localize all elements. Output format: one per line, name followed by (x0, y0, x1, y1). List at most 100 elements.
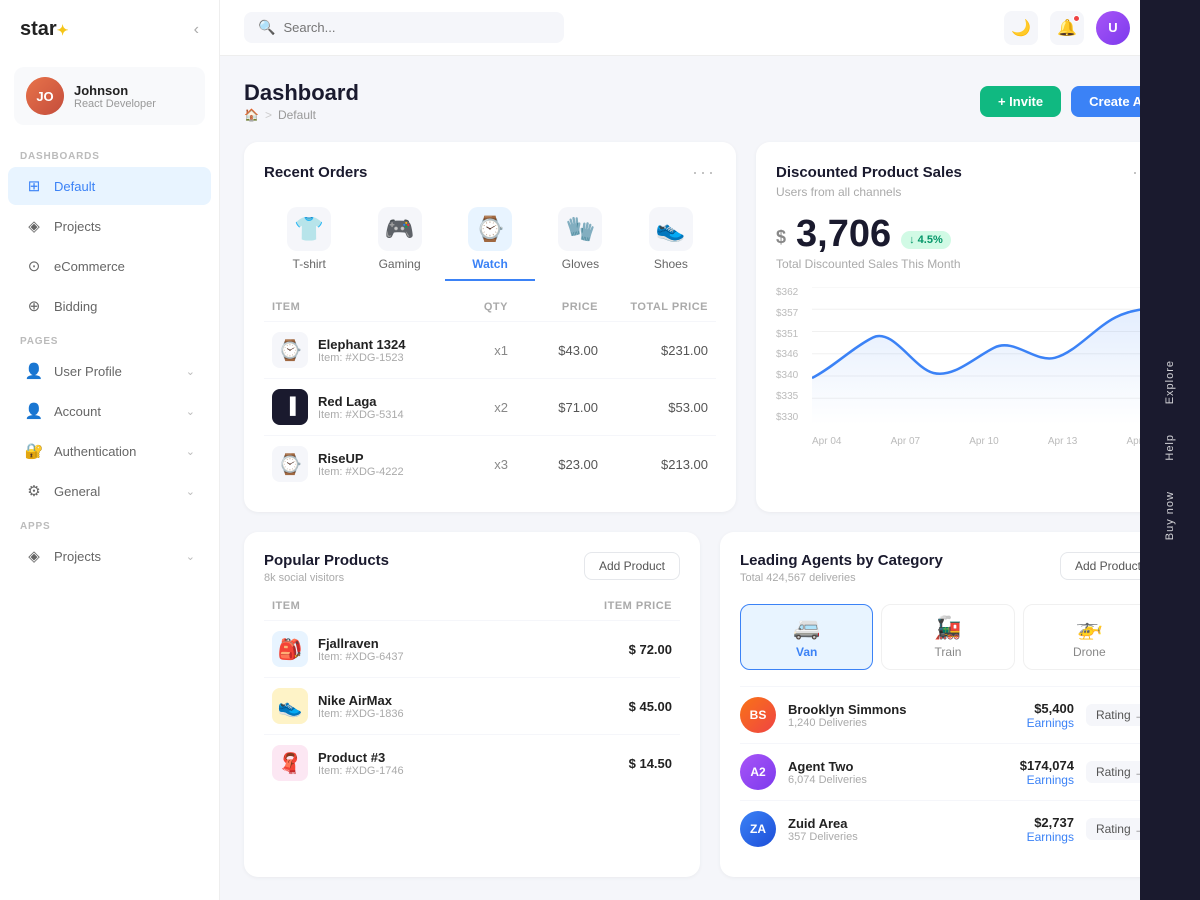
explore-label[interactable]: Explore (1164, 360, 1176, 404)
sidebar-item-account-label: Account (54, 404, 176, 419)
agent-deliveries-3: 357 Deliveries (788, 831, 858, 843)
cat-label-shoes: Shoes (654, 257, 688, 271)
breadcrumb: 🏠 > Default (244, 108, 359, 122)
item-total-2: $53.00 (598, 400, 708, 415)
sidebar-item-authentication-label: Authentication (54, 444, 176, 459)
sidebar-item-bidding[interactable]: ⊕ Bidding (8, 287, 211, 325)
agent-name-2: Agent Two (788, 759, 867, 774)
item-name-2: Red Laga (318, 394, 404, 409)
leading-agents-subtitle: Total 424,567 deliveries (740, 572, 943, 584)
item-price-1: $43.00 (508, 343, 598, 358)
default-icon: ⊞ (24, 176, 44, 196)
agent-avatar-1: BS (740, 697, 776, 733)
watch-icon: ⌚ (468, 207, 512, 251)
user-role: React Developer (74, 98, 156, 110)
sidebar-item-ecommerce-label: eCommerce (54, 259, 195, 274)
leading-agents-title: Leading Agents by Category (740, 552, 943, 569)
search-wrap: 🔍 (244, 12, 564, 43)
topbar-user-avatar[interactable]: U (1096, 11, 1130, 45)
item-thumb-2: ▐ (272, 389, 308, 425)
agent-list: BS Brooklyn Simmons 1,240 Deliveries $5,… (740, 686, 1156, 857)
sidebar-item-authentication[interactable]: 🔐 Authentication ⌄ (8, 432, 211, 470)
popular-products-subtitle: 8k social visitors (264, 572, 389, 584)
sales-currency: $ (776, 221, 786, 253)
product-price-2: $ 45.00 (552, 699, 672, 714)
recent-orders-header: Recent Orders ··· (264, 162, 716, 183)
popular-products-card: Popular Products 8k social visitors Add … (244, 532, 700, 877)
sales-chart: $362 $357 $351 $346 $340 $335 $330 (776, 287, 1156, 447)
popular-products-header: Popular Products 8k social visitors Add … (264, 552, 680, 584)
dashboards-section-label: DASHBOARDS (0, 141, 219, 166)
col-price: PRICE (508, 301, 598, 313)
product-name-3: Product #3 (318, 750, 404, 765)
product-id-2: Item: #XDG-1836 (318, 708, 404, 720)
agent-tab-drone[interactable]: 🚁 Drone (1023, 604, 1156, 670)
chart-svg (812, 287, 1156, 425)
list-item: 👟 Nike AirMax Item: #XDG-1836 $ 45.00 (264, 677, 680, 734)
item-id-2: Item: #XDG-5314 (318, 409, 404, 421)
ecommerce-icon: ⊙ (24, 256, 44, 276)
bidding-icon: ⊕ (24, 296, 44, 316)
user-avatar: JO (26, 77, 64, 115)
cat-tab-shoes[interactable]: 👟 Shoes (626, 199, 716, 281)
chevron-down-icon: ⌄ (186, 405, 195, 418)
search-input[interactable] (283, 20, 550, 35)
user-profile-icon: 👤 (24, 361, 44, 381)
main-content: 🔍 🌙 🔔 U → Dashboard 🏠 > Default (220, 0, 1200, 900)
chevron-down-icon: ⌄ (186, 550, 195, 563)
notification-icon[interactable]: 🔔 (1050, 11, 1084, 45)
sidebar-item-user-profile[interactable]: 👤 User Profile ⌄ (8, 352, 211, 390)
sidebar-item-account[interactable]: 👤 Account ⌄ (8, 392, 211, 430)
chart-x-labels: Apr 04 Apr 07 Apr 10 Apr 13 Apr 18 (812, 436, 1156, 447)
cat-tab-gloves[interactable]: 🧤 Gloves (535, 199, 625, 281)
main-grid-row2: Popular Products 8k social visitors Add … (244, 532, 1176, 877)
sidebar-item-projects-app[interactable]: ◈ Projects ⌄ (8, 537, 211, 575)
buy-now-label[interactable]: Buy now (1164, 491, 1176, 540)
chevron-down-icon: ⌄ (186, 445, 195, 458)
agent-tab-drone-label: Drone (1073, 645, 1106, 659)
cat-tab-gaming[interactable]: 🎮 Gaming (354, 199, 444, 281)
discounted-sales-title: Discounted Product Sales (776, 164, 962, 181)
item-id-1: Item: #XDG-1523 (318, 352, 405, 364)
agent-tab-train[interactable]: 🚂 Train (881, 604, 1014, 670)
train-icon: 🚂 (934, 615, 961, 641)
item-name-3: RiseUP (318, 451, 404, 466)
invite-button[interactable]: + Invite (980, 86, 1061, 117)
cat-tab-tshirt[interactable]: 👕 T-shirt (264, 199, 354, 281)
orders-table-header: ITEM QTY PRICE TOTAL PRICE (264, 297, 716, 321)
sales-desc: Total Discounted Sales This Month (776, 257, 1156, 271)
home-icon: 🏠 (244, 108, 259, 122)
leading-agents-card: Leading Agents by Category Total 424,567… (720, 532, 1176, 877)
sidebar-item-projects[interactable]: ◈ Projects (8, 207, 211, 245)
user-profile-widget[interactable]: JO Johnson React Developer (14, 67, 205, 125)
page-header: Dashboard 🏠 > Default + Invite Create Ap… (244, 80, 1176, 122)
table-row: ⌚ RiseUP Item: #XDG-4222 x3 $23.00 $213.… (264, 435, 716, 492)
product-price-3: $ 14.50 (552, 756, 672, 771)
content-area: Dashboard 🏠 > Default + Invite Create Ap… (220, 56, 1200, 900)
col-qty: QTY (428, 301, 508, 313)
product-name-1: Fjallraven (318, 636, 404, 651)
breadcrumb-sep: > (265, 108, 272, 122)
agent-name-1: Brooklyn Simmons (788, 702, 906, 717)
agent-tab-van[interactable]: 🚐 Van (740, 604, 873, 670)
item-price-2: $71.00 (508, 400, 598, 415)
logo-text: star✦ (20, 18, 68, 41)
help-label[interactable]: Help (1164, 434, 1176, 461)
add-product-button[interactable]: Add Product (584, 552, 680, 580)
general-icon: ⚙ (24, 481, 44, 501)
sales-number: 3,706 (796, 215, 891, 253)
card-menu-icon[interactable]: ··· (692, 162, 716, 183)
sidebar-item-default-label: Default (54, 179, 195, 194)
chevron-down-icon: ⌄ (186, 365, 195, 378)
sidebar-item-general[interactable]: ⚙ General ⌄ (8, 472, 211, 510)
search-icon: 🔍 (258, 19, 275, 36)
cat-tab-watch[interactable]: ⌚ Watch (445, 199, 535, 281)
sidebar-toggle[interactable]: ‹ (194, 21, 199, 39)
sidebar-item-ecommerce[interactable]: ⊙ eCommerce (8, 247, 211, 285)
agent-stat-3: $2,737 Earnings (1027, 815, 1074, 844)
theme-icon[interactable]: 🌙 (1004, 11, 1038, 45)
sales-subtitle: Users from all channels (776, 185, 1156, 199)
sidebar-item-default[interactable]: ⊞ Default (8, 167, 211, 205)
item-total-1: $231.00 (598, 343, 708, 358)
cat-label-watch: Watch (472, 257, 508, 271)
